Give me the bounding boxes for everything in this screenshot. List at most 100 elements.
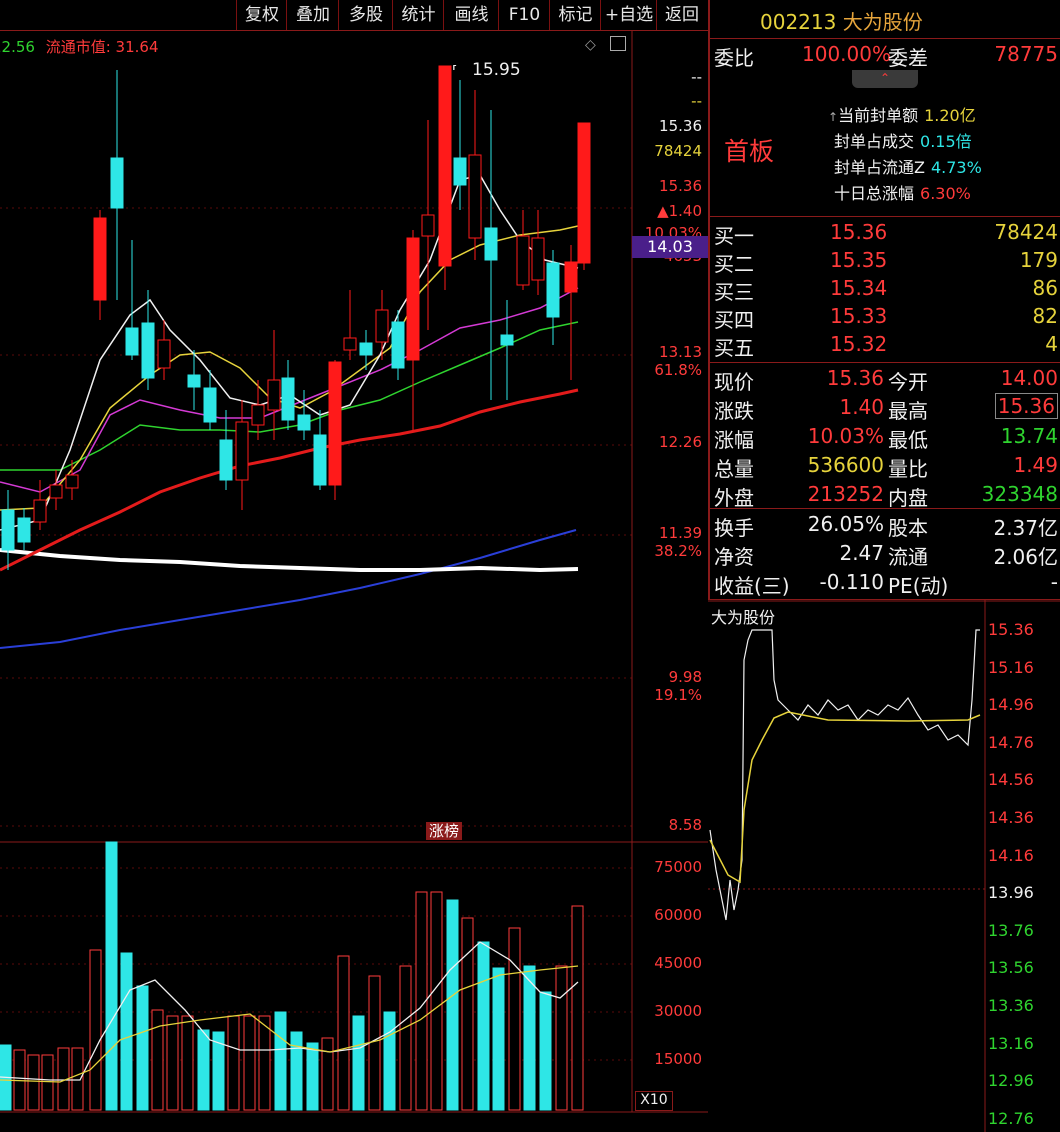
candle-body (343, 337, 357, 351)
weibi-label: 委比 (714, 46, 754, 70)
fundamental-row: 换手 26.05% 股本 2.37亿 (710, 510, 1060, 540)
candle-body (484, 227, 498, 261)
toolbar-button-0[interactable]: 复权 (236, 0, 287, 30)
bid-row[interactable]: 买一 15.36 78424 (710, 218, 1060, 248)
quote-label: 总量 (714, 457, 754, 481)
tick-axis-label: 15.36 (988, 620, 1034, 639)
diamond-icon[interactable]: ◇ (585, 37, 596, 53)
indicator-header: j: 12.56 流通市值: 31.64 (0, 36, 158, 57)
bid-label: 买三 (714, 280, 754, 304)
quote-label: 涨幅 (714, 428, 754, 452)
volume-bar (555, 965, 568, 1111)
toolbar-button-5[interactable]: F10 (498, 0, 550, 30)
volume-bar (136, 985, 149, 1111)
tick-axis-label: 13.76 (988, 920, 1034, 940)
candle-body (235, 421, 249, 481)
toolbar-button-2[interactable]: 多股 (338, 0, 393, 30)
price-axis-label: 61.8% (654, 361, 702, 379)
bid-label: 买五 (714, 336, 754, 360)
candle-body (500, 334, 514, 346)
candle-body (251, 404, 265, 426)
candle-body (313, 434, 327, 486)
bid-row[interactable]: 买三 15.34 86 (710, 274, 1060, 304)
tick-axis-label: 12.76 (988, 1108, 1034, 1128)
weicha-label: 委差 (888, 46, 928, 70)
volume-bar (571, 905, 584, 1111)
volume-bar (446, 899, 459, 1111)
bid-volume: 82 (1032, 304, 1058, 328)
fundamental-label: PE(动) (888, 574, 949, 598)
volume-bar (41, 1054, 54, 1111)
price-axis-label: -- (691, 92, 702, 110)
price-axis-label: 15.36 (659, 177, 702, 195)
zhangbang-badge[interactable]: 涨榜 (426, 822, 463, 840)
panel-toggle-icon[interactable] (610, 36, 626, 51)
volume-bar (227, 1015, 240, 1111)
candle-body (564, 261, 578, 293)
quote-value: 213252 (807, 482, 884, 506)
toolbar-button-4[interactable]: 画线 (443, 0, 499, 30)
price-axis-label: 8.58 (668, 816, 702, 834)
candle-body (157, 339, 171, 369)
tick-avg-line (709, 711, 981, 884)
price-axis-label: -- (691, 68, 702, 86)
candles-group (1, 65, 591, 570)
price-axis-label: 38.2% (654, 542, 702, 560)
toolbar-button-6[interactable]: 标记 (549, 0, 601, 30)
fundamental-label: 股本 (888, 516, 928, 540)
volume-bar (539, 991, 552, 1111)
toolbar-button-1[interactable]: 叠加 (286, 0, 339, 30)
seal-line-label: 十日总涨幅 (834, 184, 915, 203)
bid-row[interactable]: 买二 15.35 179 (710, 246, 1060, 276)
candle-body (1, 509, 15, 551)
quote-value: 10.03% (807, 424, 884, 448)
price-axis-label: 12.26 (659, 433, 702, 451)
tick-title: 大为股份 (711, 608, 776, 627)
tick-price-line (709, 629, 980, 921)
volume-axis-label: 75000 (654, 858, 702, 876)
volume-bar (258, 1015, 271, 1111)
bid-label: 买四 (714, 308, 754, 332)
candle-body (110, 157, 124, 209)
seal-line-value: 4.73% (930, 158, 982, 177)
quote-label: 外盘 (714, 486, 754, 510)
fundamental-value: 26.05% (807, 512, 884, 536)
quote-label: 内盘 (888, 486, 928, 510)
candle-body (328, 361, 342, 486)
fundamental-label: 收益(三) (714, 574, 790, 598)
volume-bar (306, 1042, 319, 1111)
toolbar-button-3[interactable]: 统计 (392, 0, 444, 30)
toolbar-button-8[interactable]: 返回 (656, 0, 707, 30)
fundamental-label: 换手 (714, 516, 754, 540)
bid-row[interactable]: 买五 15.32 4 (710, 330, 1060, 360)
price-axis-label: 19.1% (654, 686, 702, 704)
fundamental-value: 2.06亿 (993, 545, 1058, 569)
vol-ma-white-line (0, 941, 579, 1081)
volume-bar (523, 965, 536, 1111)
volume-bar (352, 1015, 365, 1111)
candle-body (187, 374, 201, 388)
collapse-toggle-icon[interactable]: ⌃ (852, 70, 918, 88)
toolbar-button-7[interactable]: +自选 (600, 0, 657, 30)
candle-body (375, 309, 389, 343)
ma-white-thick-line (0, 548, 579, 573)
tick-axis-label: 14.96 (988, 695, 1034, 715)
candle-body (453, 157, 467, 186)
volume-bar (399, 965, 412, 1111)
candle-body (468, 154, 482, 239)
stock-name: 大为股份 (842, 10, 923, 34)
kline-chart[interactable]: ⸢ (0, 30, 708, 1132)
quote-value: 323348 (981, 482, 1058, 506)
quote-value: 1.40 (839, 395, 884, 419)
price-axis-label: 9.98 (668, 668, 702, 686)
candle-body (421, 214, 435, 237)
volume-bar (508, 927, 521, 1111)
quote-label: 现价 (714, 370, 754, 394)
candle-body (17, 517, 31, 543)
volume-bar (151, 1009, 164, 1111)
volume-bar (430, 891, 443, 1111)
bid-price: 15.34 (830, 276, 888, 300)
seal-line-label: 当前封单额 (838, 106, 919, 125)
bid-row[interactable]: 买四 15.33 82 (710, 302, 1060, 332)
fundamental-value: - (1050, 570, 1058, 594)
